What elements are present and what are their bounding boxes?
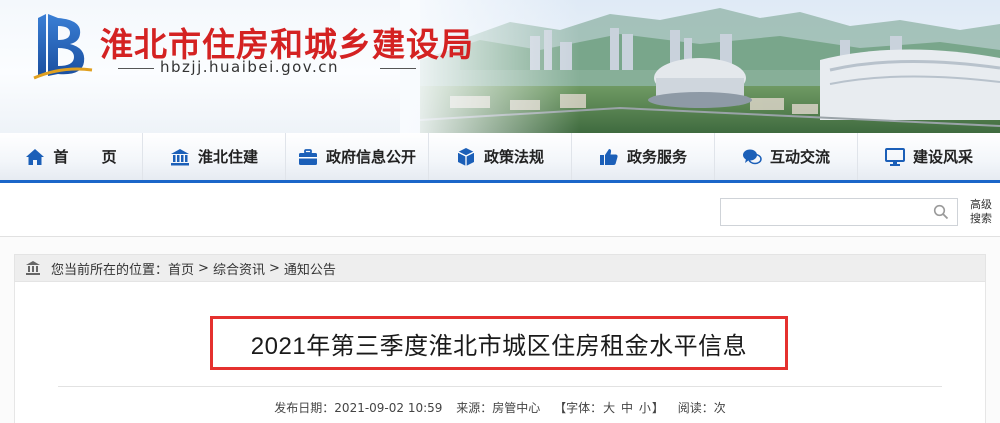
home-icon: [26, 148, 45, 165]
chat-icon: [742, 149, 762, 164]
advanced-search-line2: 搜索: [970, 212, 992, 225]
domain-line-right: [380, 68, 416, 69]
nav-item-interaction[interactable]: 互动交流: [715, 133, 858, 180]
font-close: 】: [651, 401, 664, 415]
search-input[interactable]: [721, 199, 921, 225]
cube-icon: [457, 147, 475, 166]
article-title: 2021年第三季度淮北市城区住房租金水平信息: [250, 332, 748, 360]
search-icon[interactable]: [933, 204, 949, 220]
font-size-switcher: 【字体：大 中 小】: [554, 401, 664, 415]
header-banner: 淮北市住房和城乡建设局 hbzjj.huaibei.gov.cn: [0, 0, 1000, 133]
nav-item-gallery[interactable]: 建设风采: [858, 133, 1000, 180]
article-source: 来源：房管中心: [456, 401, 540, 415]
breadcrumb-notices[interactable]: 通知公告: [284, 259, 336, 278]
nav-label: 政府信息公开: [325, 148, 416, 166]
font-size-small[interactable]: 小: [639, 401, 651, 415]
reads-label: 阅读：: [677, 401, 714, 415]
advanced-search-link[interactable]: 高级 搜索: [968, 198, 994, 226]
breadcrumb-news[interactable]: 综合资讯: [213, 259, 265, 278]
publish-date-label: 发布日期：: [274, 401, 335, 415]
breadcrumb-separator: >: [268, 260, 280, 276]
site-domain: hbzjj.huaibei.gov.cn: [160, 58, 339, 76]
title-highlight-frame: 2021年第三季度淮北市城区住房租金水平信息: [210, 316, 788, 370]
monitor-icon: [884, 147, 905, 166]
nav-label: 政策法规: [483, 148, 544, 166]
font-size-large[interactable]: 大: [603, 401, 615, 415]
nav-label: 首 页: [53, 148, 131, 166]
font-label: 【字体：: [554, 401, 603, 415]
source-label: 来源：: [456, 401, 493, 415]
briefcase-icon: [298, 148, 317, 165]
bank-icon: [170, 148, 189, 165]
nav-item-home[interactable]: 首 页: [0, 133, 143, 180]
breadcrumb-home[interactable]: 首页: [168, 259, 194, 278]
domain-line-left: [118, 68, 154, 69]
nav-label: 政务服务: [626, 148, 687, 166]
source-value: 房管中心: [492, 401, 541, 415]
nav-label: 淮北住建: [197, 148, 258, 166]
bureau-logo-icon: [33, 14, 93, 80]
main-nav: 首 页 淮北住建 政府信息公开 政策法规 政务服务 互动交流 建设风采: [0, 133, 1000, 183]
read-count: 阅读：次: [678, 401, 726, 415]
advanced-search-line1: 高级: [970, 198, 992, 211]
font-size-medium[interactable]: 中: [621, 401, 633, 415]
nav-item-about[interactable]: 淮北住建: [143, 133, 286, 180]
breadcrumb-prefix: 您当前所在的位置：: [51, 262, 169, 278]
building-icon: [26, 261, 40, 275]
nav-item-services[interactable]: 政务服务: [572, 133, 715, 180]
nav-item-gov-info[interactable]: 政府信息公开: [286, 133, 429, 180]
breadcrumb: 您当前所在的位置： 首页 > 综合资讯 > 通知公告: [14, 254, 986, 282]
reads-suffix: 次: [713, 401, 726, 415]
breadcrumb-separator: >: [198, 260, 209, 276]
nav-label: 互动交流: [769, 148, 830, 166]
publish-date: 发布日期：2021-09-02 10:59: [274, 401, 442, 415]
article-meta: 发布日期：2021-09-02 10:59 来源：房管中心 【字体：大 中 小】…: [0, 399, 1000, 416]
search-box: [720, 198, 958, 226]
title-divider: [58, 386, 942, 387]
publish-date-value: 2021-09-02 10:59: [334, 401, 443, 415]
thumbs-up-icon: [599, 148, 618, 165]
nav-label: 建设风采: [912, 148, 973, 166]
nav-item-policy[interactable]: 政策法规: [429, 133, 572, 180]
